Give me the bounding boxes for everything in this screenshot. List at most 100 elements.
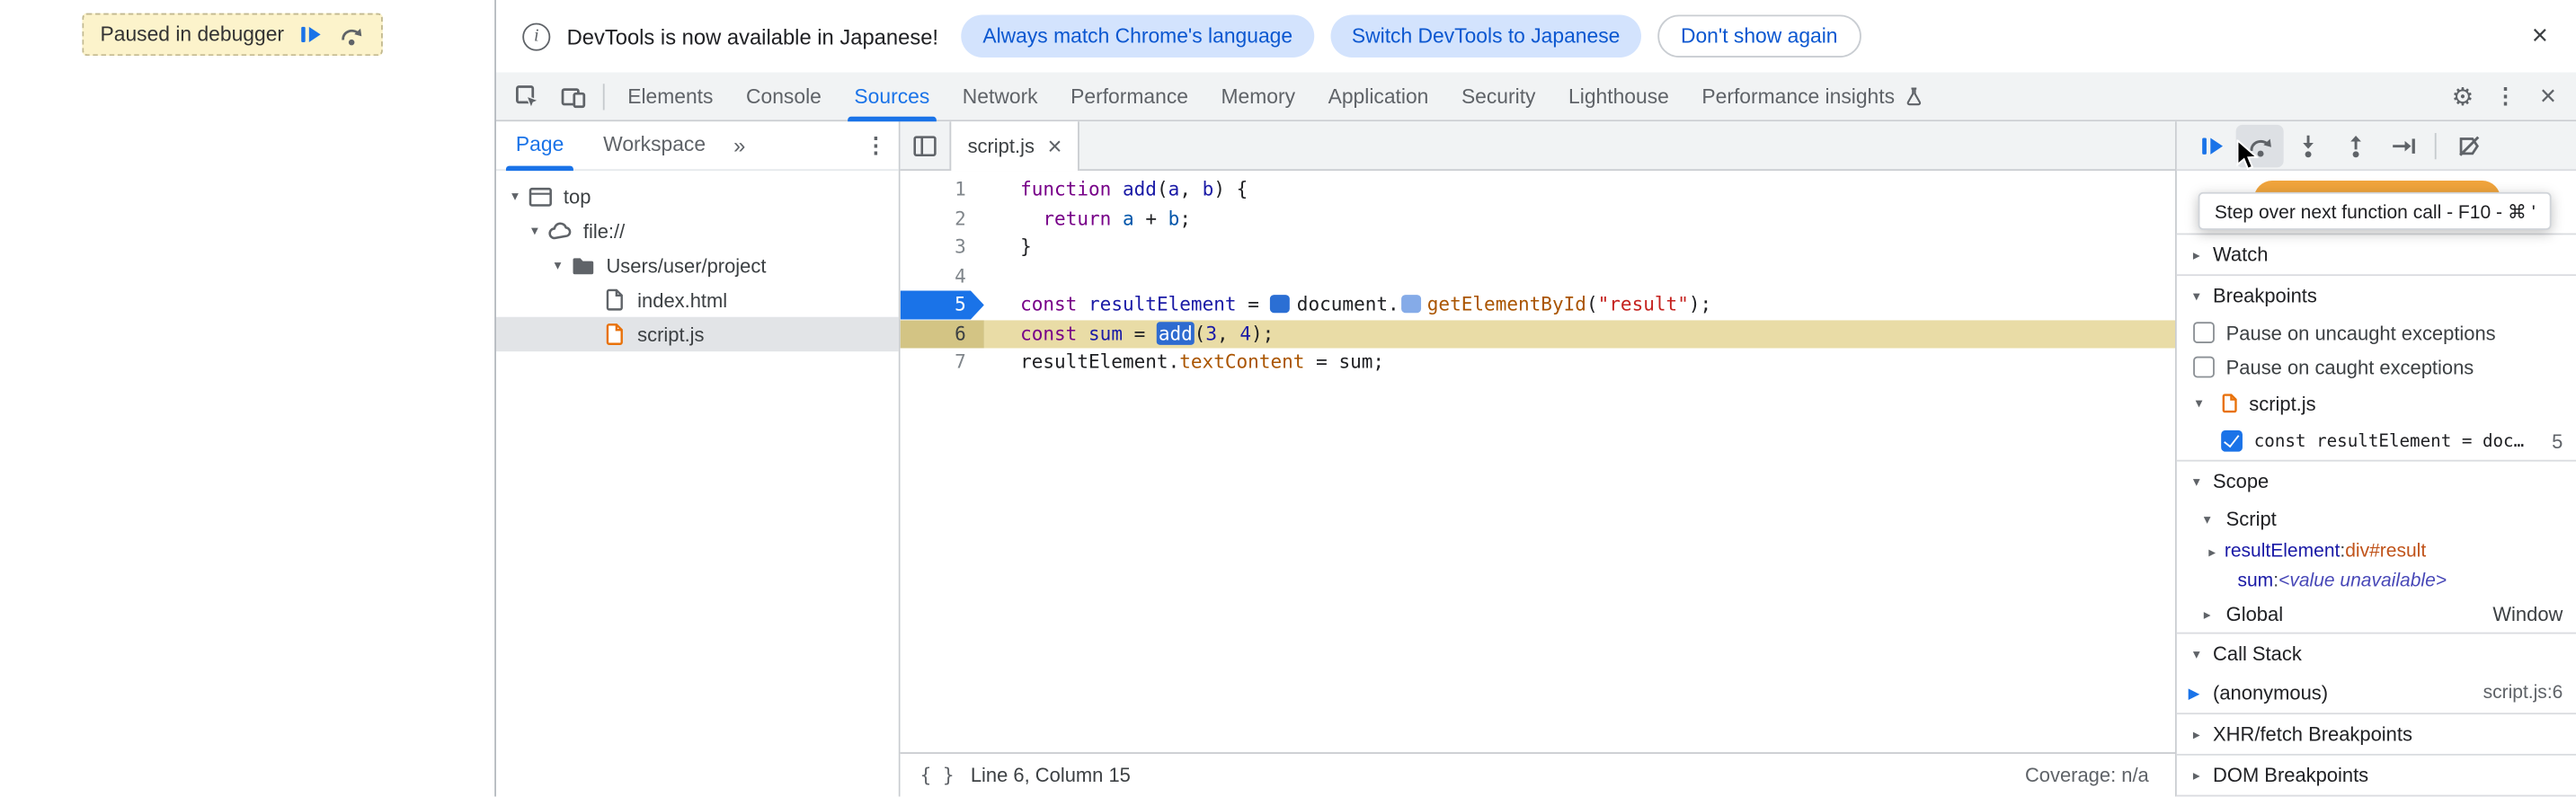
scope-section-header[interactable]: ▾ Scope	[2177, 462, 2576, 501]
checkbox-checked[interactable]	[2221, 429, 2243, 452]
navigator-tab-page[interactable]: Page	[496, 120, 583, 171]
tab-lighthouse[interactable]: Lighthouse	[1552, 72, 1685, 121]
code-text: const resultElement = document. getElemen…	[1020, 292, 1712, 315]
toggle-navigator-icon[interactable]	[901, 121, 950, 169]
chevron-expanded-icon[interactable]: ▾	[526, 222, 544, 240]
step-icon[interactable]	[2379, 124, 2427, 167]
code-text: }	[1020, 235, 1032, 258]
chevron-collapsed-icon[interactable]: ▸	[2187, 245, 2207, 263]
scope-group-label: Global	[2225, 602, 2284, 626]
checkbox-unchecked[interactable]	[2193, 322, 2215, 344]
resume-script-icon[interactable]	[298, 23, 323, 47]
tab-security[interactable]: Security	[1445, 72, 1552, 121]
chevron-expanded-icon[interactable]: ▾	[2198, 510, 2216, 528]
tab-network[interactable]: Network	[946, 72, 1054, 121]
code-editor[interactable]: 1 function add(a, b) {2 return a + b; 3} 4 5…	[900, 171, 2176, 753]
xhr-breakpoints-header[interactable]: ▸ XHR/fetch Breakpoints	[2177, 714, 2576, 754]
code-text: const sum = add (3, 4);	[983, 319, 2176, 349]
scope-variable-sum[interactable]: sum <value unavailable>	[2177, 567, 2576, 597]
checkbox-unchecked[interactable]	[2193, 356, 2215, 378]
step-out-icon[interactable]	[2332, 124, 2379, 167]
checkbox-label: Pause on uncaught exceptions	[2225, 321, 2496, 344]
chevron-expanded-icon[interactable]: ▾	[2187, 472, 2207, 490]
chevron-collapsed-icon[interactable]: ▸	[2187, 725, 2207, 743]
dom-breakpoints-header[interactable]: ▸ DOM Breakpoints	[2177, 756, 2576, 795]
frame-icon	[528, 183, 554, 209]
checkbox-label: Pause on caught exceptions	[2225, 355, 2474, 379]
navigator-tab-workspace[interactable]: Workspace	[583, 120, 725, 170]
call-stack-section-header[interactable]: ▾ Call Stack	[2177, 634, 2576, 674]
close-tab-icon[interactable]: ×	[1048, 134, 1062, 158]
editor-tab-label: script.js	[967, 134, 1035, 158]
overflow-menu-icon[interactable]: ⋮	[2484, 75, 2527, 118]
global-value: Window	[2492, 602, 2563, 626]
watch-section-header[interactable]: ▸ Watch	[2177, 235, 2576, 274]
scope-global-group[interactable]: ▸ Global Window	[2177, 596, 2576, 632]
settings-gear-icon[interactable]: ⚙	[2441, 75, 2484, 118]
tab-sources[interactable]: Sources	[838, 72, 946, 121]
tab-performance-insights[interactable]: Performance insights	[1685, 72, 1942, 121]
chevron-collapsed-icon[interactable]: ▸	[2187, 766, 2207, 784]
chevron-expanded-icon[interactable]: ▾	[2187, 644, 2207, 662]
tree-item-index-html[interactable]: index.html	[496, 282, 899, 316]
breakpoint-file-group[interactable]: ▾ script.js	[2177, 385, 2576, 422]
chevron-expanded-icon[interactable]: ▾	[548, 256, 566, 274]
dont-show-again-button[interactable]: Don't show again	[1657, 14, 1861, 58]
navigator-header: Page Workspace » ⋮	[495, 120, 899, 172]
tree-item-top[interactable]: ▾ top	[496, 179, 899, 213]
notification-close-icon[interactable]: ×	[2520, 20, 2560, 53]
more-tabs-icon[interactable]: »	[725, 133, 754, 157]
navigator-menu-icon[interactable]: ⋮	[853, 132, 899, 158]
tree-item-file-protocol[interactable]: ▾ file://	[496, 214, 899, 248]
tree-item-script-js[interactable]: script.js	[495, 316, 899, 352]
breakpoints-section-header[interactable]: ▾ Breakpoints	[2177, 276, 2576, 315]
tab-performance[interactable]: Performance	[1054, 72, 1204, 121]
step-over-icon[interactable]	[338, 22, 364, 47]
breakpoint-entry[interactable]: const resultElement = doc… 5	[2177, 422, 2576, 460]
pretty-print-icon[interactable]: { }	[920, 764, 955, 787]
resume-script-icon[interactable]	[2189, 124, 2236, 167]
chevron-collapsed-icon[interactable]: ▸	[2198, 606, 2216, 624]
pause-uncaught-row[interactable]: Pause on uncaught exceptions	[2177, 315, 2576, 350]
deactivate-breakpoints-icon[interactable]	[2445, 124, 2492, 167]
tab-console[interactable]: Console	[730, 72, 838, 121]
line-number[interactable]: 4	[901, 262, 984, 291]
tab-application[interactable]: Application	[1311, 72, 1444, 121]
close-devtools-icon[interactable]: ×	[2527, 75, 2570, 118]
line-number[interactable]: 1	[901, 176, 984, 205]
scope-variable-resultElement[interactable]: ▸ resultElement div#result	[2177, 537, 2576, 567]
inline-breakpoint-marker[interactable]	[1270, 295, 1291, 314]
device-toolbar-icon[interactable]	[550, 75, 596, 118]
code-lines: 1 function add(a, b) {2 return a + b; 3} 4 5…	[900, 176, 2176, 377]
info-glyph: i	[533, 26, 539, 47]
tree-item-project-folder[interactable]: ▾ Users/user/project	[496, 248, 899, 282]
tab-label: Elements	[627, 84, 714, 108]
switch-to-japanese-button[interactable]: Switch DevTools to Japanese	[1330, 14, 1642, 58]
tab-elements[interactable]: Elements	[611, 72, 730, 121]
chevron-expanded-icon[interactable]: ▾	[2190, 394, 2207, 412]
coverage-label: Coverage: n/a	[2024, 763, 2149, 787]
inline-breakpoint-marker[interactable]	[1400, 295, 1421, 314]
line-number-breakpoint[interactable]: 5	[900, 290, 984, 320]
line-number[interactable]: 6	[900, 319, 984, 349]
line-number[interactable]: 7	[901, 348, 984, 376]
call-stack-frame[interactable]: ▶ (anonymous) script.js:6	[2177, 673, 2576, 713]
line-number[interactable]: 3	[901, 234, 984, 262]
inspect-element-icon[interactable]	[504, 75, 550, 118]
tab-memory[interactable]: Memory	[1204, 72, 1311, 121]
notification-bar: i DevTools is now available in Japanese!…	[495, 0, 2576, 73]
script-file-icon	[2219, 393, 2241, 414]
line-number[interactable]: 2	[901, 205, 984, 234]
chevron-expanded-icon[interactable]: ▾	[2187, 287, 2207, 305]
scope-script-group[interactable]: ▾ Script	[2177, 500, 2576, 536]
dom-breakpoints-section: ▸ DOM Breakpoints	[2176, 756, 2576, 797]
always-match-language-button[interactable]: Always match Chrome's language	[961, 14, 1314, 58]
pause-caught-row[interactable]: Pause on caught exceptions	[2177, 350, 2576, 384]
chevron-expanded-icon[interactable]: ▾	[506, 187, 524, 205]
editor-tab-script-js[interactable]: script.js ×	[949, 121, 1080, 172]
page-background: Paused in debugger	[0, 0, 495, 797]
call-stack-section: ▾ Call Stack ▶ (anonymous) script.js:6	[2176, 634, 2576, 715]
chevron-collapsed-icon[interactable]: ▸	[2203, 543, 2221, 561]
step-into-icon[interactable]	[2284, 124, 2332, 167]
variable-value: <value unavailable>	[2278, 571, 2447, 592]
